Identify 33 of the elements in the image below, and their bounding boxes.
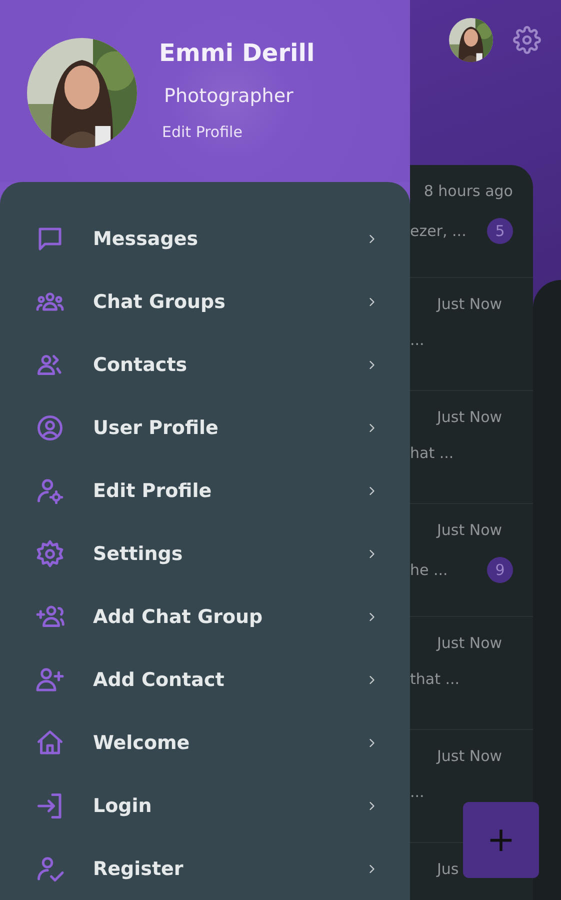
menu-item[interactable]: Edit Profile — [0, 459, 410, 522]
chat-time: 8 hours ago — [424, 182, 513, 200]
menu-item[interactable]: Add Contact — [0, 648, 410, 711]
menu-item[interactable]: Contacts — [0, 333, 410, 396]
menu-item[interactable]: Chat Groups — [0, 270, 410, 333]
chat-time: Just Now — [437, 408, 504, 426]
menu-item[interactable]: Messages — [0, 207, 410, 270]
menu-item[interactable]: Add Chat Group — [0, 585, 410, 648]
gear-icon — [35, 538, 65, 568]
profile-role: Photographer — [164, 84, 294, 108]
settings-icon — [513, 26, 541, 54]
chat-preview: ... — [410, 783, 424, 801]
menu-item[interactable]: Register — [0, 837, 410, 900]
chat-time: Just Now — [437, 634, 504, 652]
house-icon — [35, 728, 65, 758]
menu-item[interactable]: Settings — [0, 522, 410, 585]
menu-item[interactable]: Welcome — [0, 711, 410, 774]
chat-time: Just Now — [437, 521, 504, 539]
chat-preview: hat ... — [410, 444, 454, 462]
menu-item[interactable]: User Profile — [0, 396, 410, 459]
unread-count: 5 — [487, 218, 513, 244]
chat-preview: ... — [410, 331, 424, 349]
user-circle-icon — [35, 412, 65, 442]
edit-profile-link[interactable]: Edit Profile — [162, 122, 242, 142]
unread-count: 9 — [487, 557, 513, 583]
profile-name: Emmi Derill — [159, 38, 315, 68]
chat-time: Just Now — [437, 747, 504, 765]
chat-time: Jus — [437, 860, 460, 878]
chat-preview: ezer, ... — [410, 222, 466, 240]
chat-preview: he ... — [410, 561, 448, 579]
menu-item[interactable]: Login — [0, 774, 410, 837]
chat-preview: that ... — [410, 670, 460, 688]
chat-time: Just Now — [437, 295, 504, 313]
